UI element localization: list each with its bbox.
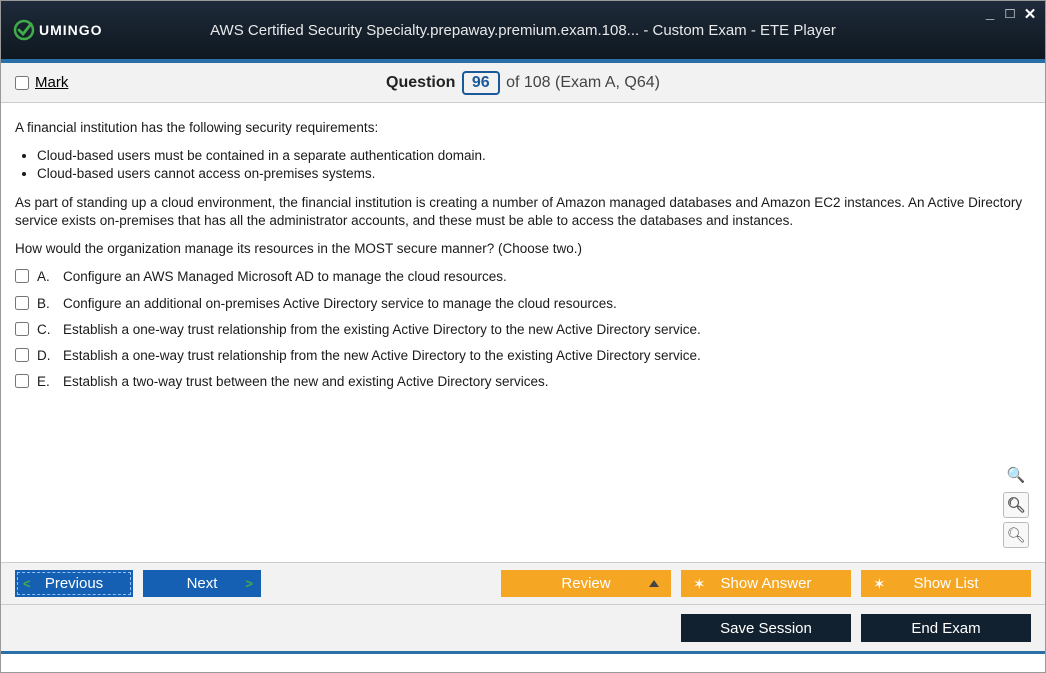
bottom-bar: Save Session End Exam — [1, 604, 1045, 654]
mark-checkbox[interactable] — [15, 76, 29, 90]
zoom-in-icon[interactable]: 🔍︎ — [1003, 492, 1029, 518]
requirement-item: Cloud-based users cannot access on-premi… — [37, 165, 1031, 183]
answer-option[interactable]: D. Establish a one-way trust relationshi… — [15, 347, 1031, 365]
save-session-button[interactable]: Save Session — [681, 614, 851, 642]
window-title: AWS Certified Security Specialty.prepawa… — [1, 22, 1045, 39]
zoom-toolbar: 🔍 🔍︎ 🔍︎ — [1003, 462, 1029, 548]
show-list-button[interactable]: ✶ Show List — [861, 570, 1031, 597]
navigation-bar: < Previous Next > Review ✶ Show Answer ✶… — [1, 562, 1045, 604]
magnify-icon[interactable]: 🔍 — [1003, 462, 1029, 488]
answer-list: A. Configure an AWS Managed Microsoft AD… — [15, 268, 1031, 391]
window-controls: _ □ ✕ — [981, 5, 1039, 23]
question-counter: Question 96 of 108 (Exam A, Q64) — [1, 71, 1045, 95]
question-para2: As part of standing up a cloud environme… — [15, 194, 1031, 230]
previous-button[interactable]: < Previous — [15, 570, 133, 597]
triangle-up-icon — [649, 580, 659, 587]
mark-label[interactable]: Mark — [35, 74, 68, 91]
end-exam-button[interactable]: End Exam — [861, 614, 1031, 642]
option-checkbox-e[interactable] — [15, 374, 29, 388]
option-checkbox-a[interactable] — [15, 269, 29, 283]
star-icon: ✶ — [693, 575, 706, 593]
chevron-left-icon: < — [23, 576, 31, 591]
list-icon: ✶ — [873, 575, 886, 593]
option-checkbox-c[interactable] — [15, 322, 29, 336]
minimize-icon[interactable]: _ — [981, 5, 999, 23]
answer-option[interactable]: B. Configure an additional on-premises A… — [15, 295, 1031, 313]
chevron-right-icon: > — [245, 576, 253, 591]
maximize-icon[interactable]: □ — [1001, 5, 1019, 23]
next-button[interactable]: Next > — [143, 570, 261, 597]
answer-option[interactable]: C. Establish a one-way trust relationshi… — [15, 321, 1031, 339]
answer-option[interactable]: E. Establish a two-way trust between the… — [15, 373, 1031, 391]
title-bar: UMINGO AWS Certified Security Specialty.… — [1, 1, 1045, 63]
close-icon[interactable]: ✕ — [1021, 5, 1039, 23]
requirement-list: Cloud-based users must be contained in a… — [37, 147, 1031, 183]
answer-option[interactable]: A. Configure an AWS Managed Microsoft AD… — [15, 268, 1031, 286]
app-logo: UMINGO — [13, 19, 103, 41]
question-header: Mark Question 96 of 108 (Exam A, Q64) — [1, 63, 1045, 103]
option-checkbox-d[interactable] — [15, 348, 29, 362]
option-checkbox-b[interactable] — [15, 296, 29, 310]
question-content: A financial institution has the followin… — [1, 103, 1045, 562]
current-question-number: 96 — [462, 71, 500, 95]
requirement-item: Cloud-based users must be contained in a… — [37, 147, 1031, 165]
question-intro: A financial institution has the followin… — [15, 119, 1031, 137]
mark-checkbox-wrap[interactable]: Mark — [15, 74, 68, 91]
show-answer-button[interactable]: ✶ Show Answer — [681, 570, 851, 597]
brand-text: UMINGO — [39, 22, 103, 38]
zoom-out-icon[interactable]: 🔍︎ — [1003, 522, 1029, 548]
question-para3: How would the organization manage its re… — [15, 240, 1031, 258]
review-button[interactable]: Review — [501, 570, 671, 597]
